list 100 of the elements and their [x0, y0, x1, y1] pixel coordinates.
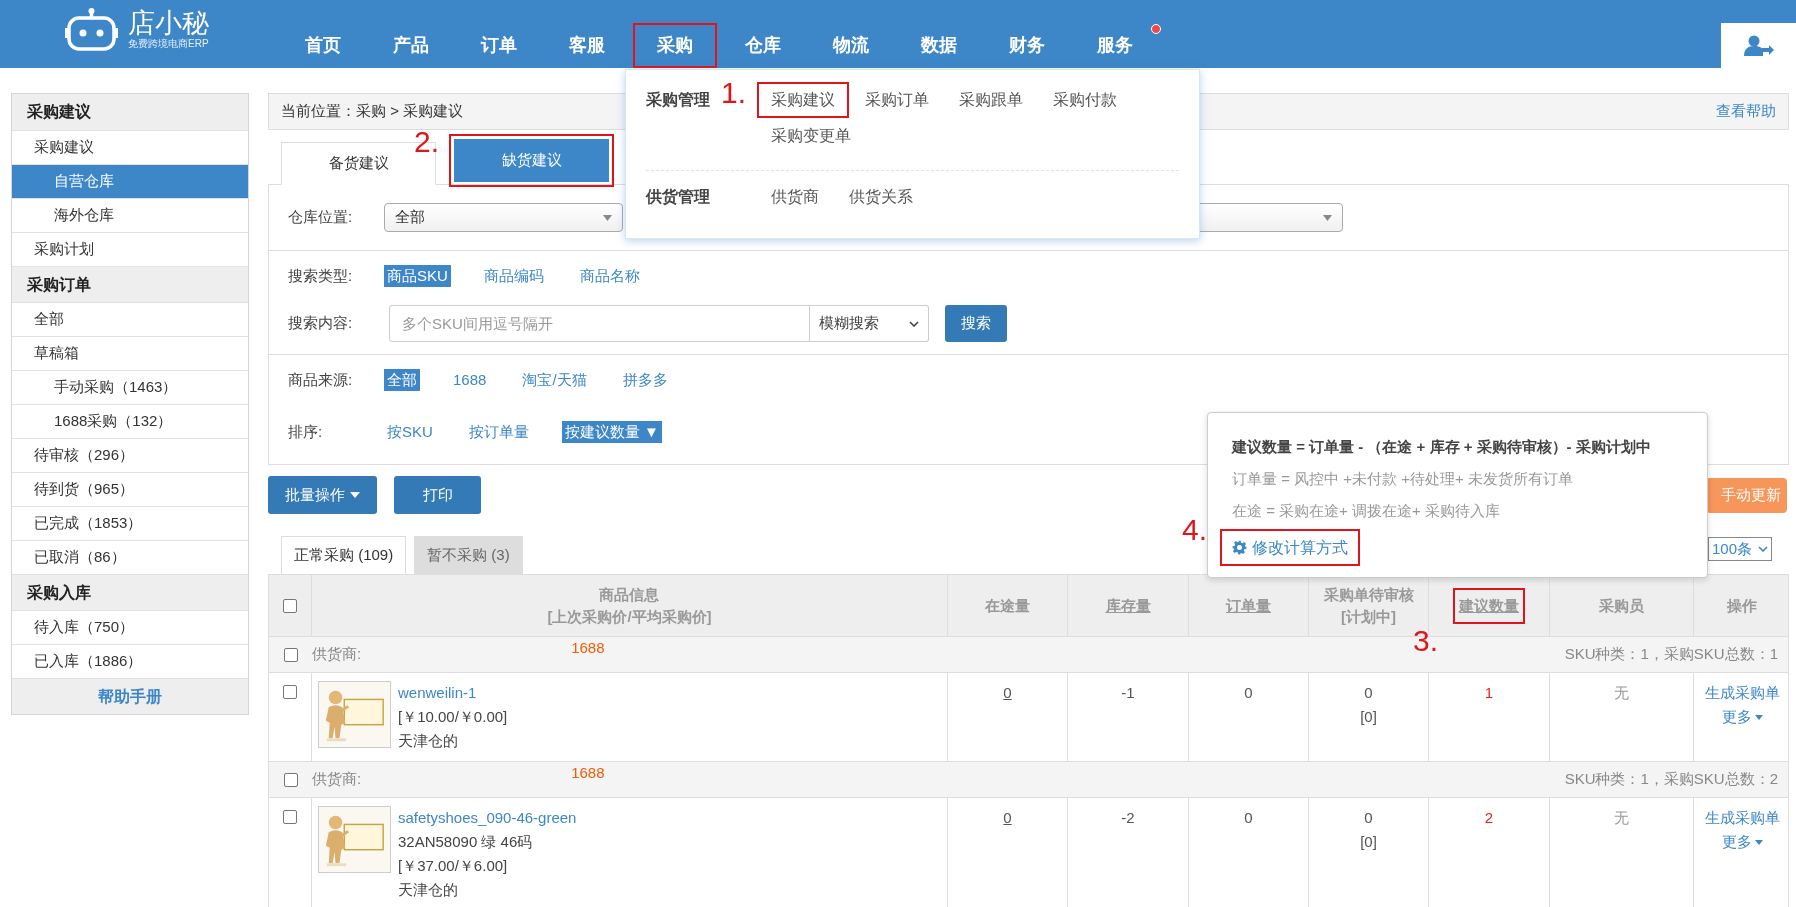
product-detail: 天津仓的: [398, 880, 459, 900]
edit-calculation-link[interactable]: 修改计算方式: [1220, 529, 1360, 566]
supplier-name: 1688: [571, 638, 605, 659]
user-button[interactable]: [1721, 23, 1796, 68]
more-link[interactable]: 更多: [1721, 830, 1763, 854]
help-link[interactable]: 查看帮助: [1716, 100, 1776, 123]
nav-tab[interactable]: 客服: [545, 23, 629, 68]
column-header[interactable]: 订单量: [1224, 594, 1273, 617]
filter-option[interactable]: 全部: [384, 368, 420, 392]
chevron-down-icon: [909, 320, 919, 327]
formula-text: 订单量 = 风控中 +未付款 +待处理+ 未发货所有订单: [1232, 468, 1574, 489]
menu-item[interactable]: 采购订单: [851, 82, 943, 118]
supplier-summary: SKU种类：1，采购SKU总数：1: [1564, 644, 1778, 665]
breadcrumb: 当前位置：采购 > 采购建议: [281, 101, 464, 122]
filter-option[interactable]: 按订单量: [465, 420, 532, 444]
more-link[interactable]: 更多: [1721, 705, 1763, 729]
filter-option[interactable]: 商品编码: [480, 264, 547, 288]
caret-icon: [1754, 714, 1763, 720]
filter-label: 排序:: [288, 421, 324, 442]
batch-actions-button[interactable]: 批量操作: [268, 476, 377, 514]
nav-tab[interactable]: 物流: [809, 23, 893, 68]
annotation-number: 4.: [1182, 515, 1208, 545]
create-order-link[interactable]: 生成采购单: [1704, 681, 1780, 705]
nav-tab[interactable]: 首页: [281, 23, 365, 68]
filter-option[interactable]: 淘宝/天猫: [519, 368, 590, 392]
checkbox[interactable]: [283, 685, 297, 699]
product-detail: 32AN58090 绿 46码: [398, 832, 534, 852]
column-header[interactable]: 在途量: [983, 594, 1032, 617]
checkbox[interactable]: [283, 810, 297, 824]
filter-option[interactable]: 按建议数量 ▼: [561, 420, 662, 444]
column-header[interactable]: 采购员: [1597, 594, 1646, 617]
column-header[interactable]: 建议数量: [1453, 587, 1525, 624]
table-cell-text: 无: [1614, 808, 1629, 828]
filter-label: 仓库位置:: [288, 207, 354, 228]
help-link[interactable]: 帮助手册: [98, 684, 162, 709]
column-header[interactable]: 采购单待审核 [计划中]: [1321, 583, 1416, 628]
gear-icon: [1232, 540, 1247, 555]
menu-item[interactable]: 供货关系: [835, 179, 927, 215]
supplier-summary: SKU种类：1，采购SKU总数：2: [1564, 769, 1778, 790]
checkbox[interactable]: [283, 772, 298, 787]
product-detail: [￥37.00/￥6.00]: [398, 856, 509, 876]
annotation-number: 3.: [1413, 625, 1439, 656]
table-cell-text: 0: [1364, 808, 1373, 828]
column-header[interactable]: 操作: [1725, 594, 1759, 617]
filter-option[interactable]: 1688: [450, 368, 490, 392]
product-sku-link[interactable]: safetyshoes_090-46-green: [398, 806, 577, 830]
table-cell-text: 无: [1614, 683, 1629, 703]
in-transit-link[interactable]: 0: [1003, 681, 1012, 705]
refresh-button[interactable]: 手动更新: [1706, 477, 1787, 513]
nav-tab[interactable]: 产品: [369, 23, 453, 68]
tab[interactable]: 暂不采购 (3): [414, 536, 523, 574]
page-size-select[interactable]: 100条: [1708, 537, 1772, 561]
table-cell-text: 2: [1484, 808, 1494, 828]
product-detail: 天津仓的: [398, 731, 459, 751]
table-cell-text: 0: [1244, 683, 1253, 703]
in-transit-link[interactable]: 0: [1003, 806, 1012, 830]
table-cell-text: 0: [1364, 683, 1373, 703]
sidebar-item[interactable]: 自营仓库: [12, 164, 248, 198]
print-button[interactable]: 打印: [394, 476, 481, 514]
table-cell-text: [0]: [1360, 707, 1377, 727]
filter-option[interactable]: 商品SKU: [384, 264, 451, 288]
nav-tab[interactable]: 订单: [457, 23, 541, 68]
dropdown-arrow-icon: [1323, 214, 1332, 221]
nav-tab[interactable]: 采购: [633, 23, 717, 68]
robot-logo-icon: [65, 8, 118, 52]
nav-tab[interactable]: 仓库: [721, 23, 805, 68]
menu-item[interactable]: 采购建议: [757, 82, 849, 118]
filter-option[interactable]: 拼多多: [619, 368, 671, 392]
product-detail: [￥10.00/￥0.00]: [398, 707, 508, 727]
product-sku-link[interactable]: wenweilin-1: [398, 681, 508, 705]
logo-text: 店小秘: [128, 8, 209, 38]
search-field[interactable]: 多个SKU间用逗号隔开: [389, 305, 810, 342]
menu-item[interactable]: 采购付款: [1039, 82, 1131, 118]
checkbox[interactable]: [283, 598, 297, 613]
table-cell-text: -2: [1121, 808, 1135, 828]
supplier-label: 供货商:: [312, 644, 362, 665]
caret-icon: [350, 492, 360, 498]
nav-tab[interactable]: 数据: [897, 23, 981, 68]
create-order-link[interactable]: 生成采购单: [1704, 806, 1780, 830]
menu-item[interactable]: 供货商: [757, 179, 833, 215]
menu-item[interactable]: 采购变更单: [757, 118, 865, 154]
annotation-number: 1.: [721, 78, 747, 108]
chevron-down-icon: [1758, 546, 1768, 552]
filter-option[interactable]: 按SKU: [384, 420, 436, 444]
menu-group-title: 供货管理: [646, 187, 710, 208]
column-header[interactable]: 库存量: [1103, 594, 1153, 617]
filter-option[interactable]: 商品名称: [576, 264, 643, 288]
nav-tab[interactable]: 服务: [1073, 23, 1157, 68]
menu-item[interactable]: 采购跟单: [945, 82, 1037, 118]
search-mode-select[interactable]: 模糊搜索: [810, 305, 929, 342]
formula-text: 在途 = 采购在途+ 调拨在途+ 采购待入库: [1232, 500, 1501, 521]
column-header[interactable]: 商品信息 [上次采购价/平均采购价]: [545, 583, 714, 628]
tab[interactable]: 正常采购 (109): [281, 536, 407, 574]
nav-tab[interactable]: 财务: [985, 23, 1069, 68]
supplier-name: 1688: [571, 763, 605, 784]
warehouse-select[interactable]: 全部: [384, 203, 623, 232]
sidebar-section-title: 采购入库: [12, 574, 248, 610]
checkbox[interactable]: [283, 647, 298, 662]
search-button[interactable]: 搜索: [945, 305, 1007, 342]
filter-label: 商品来源:: [288, 369, 354, 390]
